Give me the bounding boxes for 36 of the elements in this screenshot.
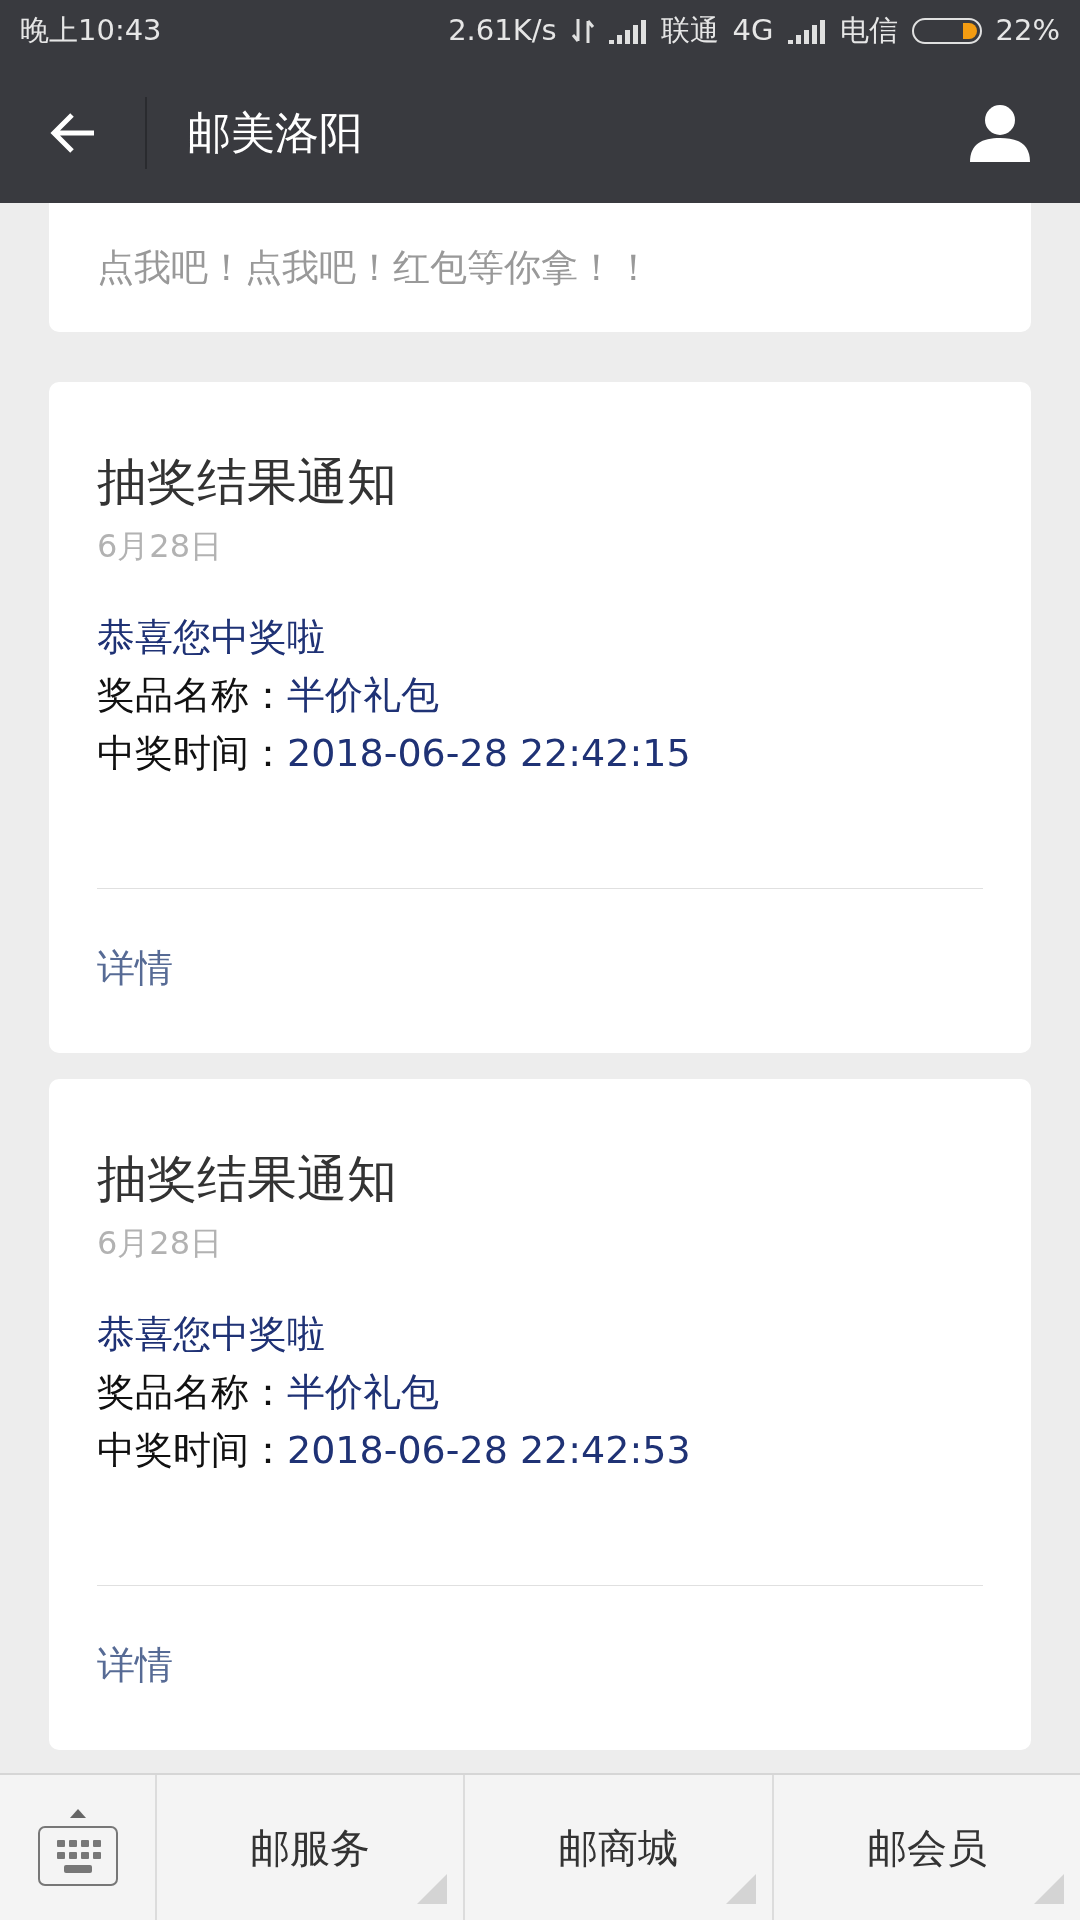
corner-triangle-icon	[725, 1874, 756, 1904]
field-value: 半价礼包	[287, 1369, 439, 1416]
signal-icon	[787, 18, 826, 44]
network-speed: 2.61K/s	[448, 12, 557, 50]
field-value: 2018-06-28 22:42:15	[287, 730, 691, 777]
carrier-name: 联通	[660, 12, 719, 50]
field-label: 奖品名称：	[97, 672, 287, 719]
field-label: 中奖时间：	[97, 730, 287, 777]
keyboard-icon	[37, 1826, 118, 1886]
carrier-name: 电信	[839, 12, 898, 50]
field-value: 2018-06-28 22:42:53	[287, 1427, 691, 1474]
message-text: 点我吧！点我吧！红包等你拿！！	[97, 244, 652, 291]
card-title: 抽奖结果通知	[97, 1149, 398, 1210]
corner-triangle-icon	[417, 1874, 448, 1904]
page-title: 邮美洛阳	[187, 105, 364, 160]
greeting-text: 恭喜您中奖啦	[97, 1311, 326, 1358]
details-link[interactable]: 详情	[97, 1645, 173, 1686]
field-label: 中奖时间：	[97, 1427, 287, 1474]
field-value: 半价礼包	[287, 672, 439, 719]
card-title: 抽奖结果通知	[97, 452, 398, 513]
data-transfer-icon	[570, 17, 595, 45]
status-time: 晚上10:43	[20, 12, 162, 50]
signal-icon	[608, 18, 647, 44]
menu-tab[interactable]: 邮服务	[155, 1775, 464, 1920]
corner-triangle-icon	[1034, 1874, 1064, 1904]
menu-tab[interactable]: 邮商城	[463, 1775, 772, 1920]
field-label: 奖品名称：	[97, 1369, 287, 1416]
battery-percent: 22%	[995, 12, 1060, 50]
card-date: 6月28日	[97, 1223, 224, 1263]
caret-up-icon	[69, 1809, 86, 1818]
network-type: 4G	[732, 12, 774, 50]
battery-icon	[911, 18, 982, 44]
greeting-text: 恭喜您中奖啦	[97, 614, 326, 661]
menu-tab[interactable]: 邮会员	[771, 1775, 1080, 1920]
card-date: 6月28日	[97, 526, 224, 566]
details-link[interactable]: 详情	[97, 948, 173, 989]
